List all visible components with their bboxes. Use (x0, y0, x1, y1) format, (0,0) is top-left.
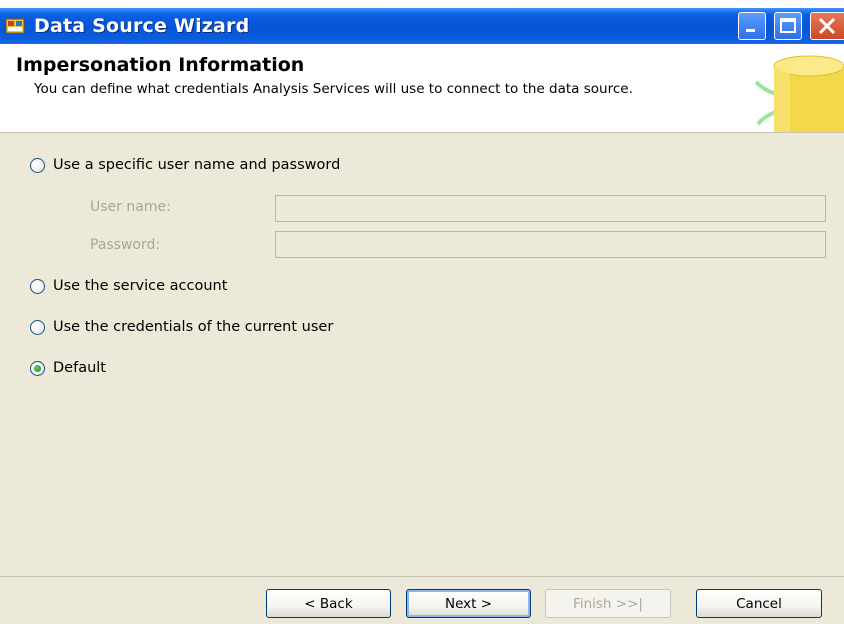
back-button[interactable]: < Back (266, 589, 391, 618)
close-icon (811, 17, 843, 43)
username-field[interactable] (275, 195, 826, 222)
window-title: Data Source Wizard (34, 15, 250, 37)
radio-default[interactable]: Default (30, 360, 106, 376)
cancel-button[interactable]: Cancel (696, 589, 822, 618)
radio-specific-user[interactable]: Use a specific user name and password (30, 157, 340, 173)
wizard-footer: < Back Next > Finish >>| Cancel (0, 576, 844, 624)
database-cylinder-icon (754, 54, 844, 132)
wizard-content: Use a specific user name and password Us… (0, 133, 844, 576)
page-description: You can define what credentials Analysis… (34, 81, 633, 97)
wizard-header: Impersonation Information You can define… (0, 44, 844, 133)
wizard-app-icon (5, 17, 26, 39)
finish-button[interactable]: Finish >>| (545, 589, 671, 618)
radio-label-service-account: Use the service account (53, 278, 228, 294)
minimize-button[interactable] (738, 12, 766, 40)
username-label: User name: (90, 199, 171, 215)
page-title: Impersonation Information (16, 54, 305, 76)
next-button[interactable]: Next > (406, 589, 531, 618)
radio-service-account[interactable]: Use the service account (30, 278, 227, 294)
window-titlebar[interactable]: Data Source Wizard (0, 8, 844, 44)
radio-button-selected[interactable] (30, 360, 45, 376)
password-field[interactable] (275, 231, 826, 258)
minimize-icon (739, 24, 765, 43)
radio-button[interactable] (30, 278, 45, 294)
radio-label-specific-user: Use a specific user name and password (53, 157, 341, 173)
password-label: Password: (90, 237, 161, 253)
radio-button[interactable] (30, 319, 45, 335)
maximize-icon (775, 18, 801, 43)
radio-label-current-user: Use the credentials of the current user (53, 319, 334, 335)
radio-current-user[interactable]: Use the credentials of the current user (30, 319, 333, 335)
radio-label-default: Default (53, 360, 106, 376)
radio-button[interactable] (30, 157, 45, 173)
maximize-button[interactable] (774, 12, 802, 40)
close-button[interactable] (810, 12, 844, 40)
